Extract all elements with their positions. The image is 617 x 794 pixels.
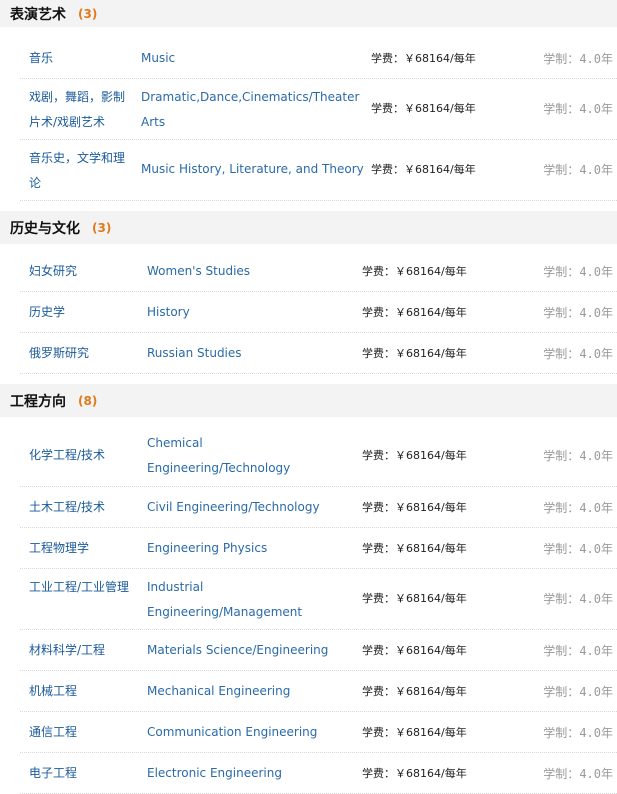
program-duration: 学制：4.0年 — [543, 52, 613, 66]
section-title: 历史与文化 — [10, 220, 80, 237]
program-duration: 学制：4.0年 — [543, 685, 613, 699]
table-row: 化学工程/技术 Chemical Engineering/Technology … — [20, 424, 617, 487]
program-duration: 学制：4.0年 — [543, 501, 613, 515]
program-duration: 学制：4.0年 — [543, 449, 613, 463]
major-en-link[interactable]: History — [147, 300, 190, 325]
program-duration: 学制：4.0年 — [543, 102, 613, 116]
major-en-link[interactable]: Communication Engineering — [147, 720, 317, 745]
section-engineering: 工程方向 (8) 化学工程/技术 Chemical Engineering/Te… — [0, 384, 617, 794]
section-count: (3) — [92, 220, 112, 235]
program-duration: 学制：4.0年 — [543, 542, 613, 556]
table-row: 材料科学/工程 Materials Science/Engineering 学费… — [20, 630, 617, 671]
section-count: (3) — [78, 6, 98, 21]
section-header: 工程方向 (8) — [0, 384, 617, 417]
table-row: 音乐 Music 学费：￥68164/每年 学制：4.0年 — [20, 39, 617, 79]
program-list: 表演艺术 (3) 音乐 Music 学费：￥68164/每年 学制：4.0年 戏… — [0, 0, 617, 794]
program-duration: 学制：4.0年 — [543, 592, 613, 606]
table-row: 妇女研究 Women's Studies 学费：￥68164/每年 学制：4.0… — [20, 251, 617, 292]
major-cn-link[interactable]: 材料科学/工程 — [29, 638, 105, 663]
program-duration: 学制：4.0年 — [543, 644, 613, 658]
major-en-link[interactable]: Russian Studies — [147, 341, 242, 366]
major-cn-link[interactable]: 化学工程/技术 — [29, 443, 105, 468]
tuition-fee: 学费：￥68164/每年 — [362, 726, 467, 739]
major-cn-link[interactable]: 电子工程 — [29, 761, 77, 786]
table-row: 音乐史，文学和理论 Music History, Literature, and… — [20, 140, 617, 201]
major-en-link[interactable]: Electronic Engineering — [147, 761, 282, 786]
table-row: 工业工程/工业管理 Industrial Engineering/Managem… — [20, 569, 617, 630]
program-duration: 学制：4.0年 — [543, 265, 613, 279]
tuition-fee: 学费：￥68164/每年 — [371, 102, 476, 115]
tuition-fee: 学费：￥68164/每年 — [362, 685, 467, 698]
major-en-link[interactable]: Music — [141, 46, 351, 71]
tuition-fee: 学费：￥68164/每年 — [371, 52, 476, 65]
tuition-fee: 学费：￥68164/每年 — [362, 306, 467, 319]
section-count: (8) — [78, 393, 98, 408]
major-en-link[interactable]: Industrial Engineering/Management — [147, 575, 307, 625]
table-row: 通信工程 Communication Engineering 学费：￥68164… — [20, 712, 617, 753]
major-cn-link[interactable]: 历史学 — [29, 300, 65, 325]
tuition-fee: 学费：￥68164/每年 — [362, 449, 467, 462]
major-en-link[interactable]: Women's Studies — [147, 259, 250, 284]
program-duration: 学制：4.0年 — [543, 347, 613, 361]
table-row: 历史学 History 学费：￥68164/每年 学制：4.0年 — [20, 292, 617, 333]
tuition-fee: 学费：￥68164/每年 — [362, 265, 467, 278]
tuition-fee: 学费：￥68164/每年 — [362, 767, 467, 780]
major-en-link[interactable]: Civil Engineering/Technology — [147, 495, 320, 520]
tuition-fee: 学费：￥68164/每年 — [362, 501, 467, 514]
major-en-link[interactable]: Mechanical Engineering — [147, 679, 290, 704]
tuition-fee: 学费：￥68164/每年 — [362, 542, 467, 555]
table-row: 机械工程 Mechanical Engineering 学费：￥68164/每年… — [20, 671, 617, 712]
major-cn-link[interactable]: 妇女研究 — [29, 259, 77, 284]
major-cn-link[interactable]: 音乐史，文学和理论 — [29, 146, 129, 196]
major-cn-link[interactable]: 音乐 — [29, 46, 129, 71]
section-title: 工程方向 — [10, 393, 66, 410]
major-cn-link[interactable]: 通信工程 — [29, 720, 77, 745]
table-row: 戏剧，舞蹈，影制片术/戏剧艺术 Dramatic,Dance,Cinematic… — [20, 79, 617, 140]
table-row: 电子工程 Electronic Engineering 学费：￥68164/每年… — [20, 753, 617, 794]
program-duration: 学制：4.0年 — [543, 163, 613, 177]
program-duration: 学制：4.0年 — [543, 726, 613, 740]
major-en-link[interactable]: Materials Science/Engineering — [147, 638, 328, 663]
table-row: 土木工程/技术 Civil Engineering/Technology 学费：… — [20, 487, 617, 528]
section-title: 表演艺术 — [10, 6, 66, 23]
major-cn-link[interactable]: 俄罗斯研究 — [29, 341, 89, 366]
major-cn-link[interactable]: 机械工程 — [29, 679, 77, 704]
program-duration: 学制：4.0年 — [543, 306, 613, 320]
major-cn-link[interactable]: 戏剧，舞蹈，影制片术/戏剧艺术 — [29, 85, 129, 135]
major-cn-link[interactable]: 土木工程/技术 — [29, 495, 105, 520]
table-row: 俄罗斯研究 Russian Studies 学费：￥68164/每年 学制：4.… — [20, 333, 617, 374]
section-history-culture: 历史与文化 (3) 妇女研究 Women's Studies 学费：￥68164… — [0, 211, 617, 374]
tuition-fee: 学费：￥68164/每年 — [362, 347, 467, 360]
major-cn-link[interactable]: 工业工程/工业管理 — [29, 575, 133, 600]
major-en-link[interactable]: Engineering Physics — [147, 536, 267, 561]
tuition-fee: 学费：￥68164/每年 — [362, 592, 467, 605]
section-header: 表演艺术 (3) — [0, 0, 617, 27]
section-performing-arts: 表演艺术 (3) 音乐 Music 学费：￥68164/每年 学制：4.0年 戏… — [0, 0, 617, 201]
tuition-fee: 学费：￥68164/每年 — [371, 163, 476, 176]
major-cn-link[interactable]: 工程物理学 — [29, 536, 89, 561]
major-en-link[interactable]: Chemical Engineering/Technology — [147, 431, 297, 481]
major-en-link[interactable]: Music History, Literature, and Theory — [141, 157, 364, 182]
program-duration: 学制：4.0年 — [543, 767, 613, 781]
tuition-fee: 学费：￥68164/每年 — [362, 644, 467, 657]
table-row: 工程物理学 Engineering Physics 学费：￥68164/每年 学… — [20, 528, 617, 569]
section-header: 历史与文化 (3) — [0, 211, 617, 244]
major-en-link[interactable]: Dramatic,Dance,Cinematics/Theater Arts — [141, 85, 359, 135]
